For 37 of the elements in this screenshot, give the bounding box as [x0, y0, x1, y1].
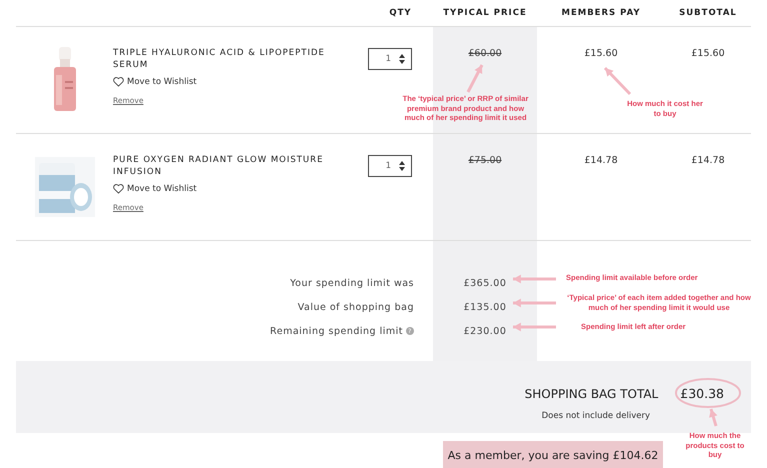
typical-price: £75.00 [468, 155, 502, 166]
arrow [604, 66, 632, 96]
summary-label: Your spending limit was [290, 278, 414, 288]
wishlist-button[interactable]: Move to Wishlist [113, 77, 197, 87]
heart-icon [113, 184, 124, 194]
column-header: SUBTOTAL [678, 8, 738, 18]
summary-value: £135.00 [464, 302, 506, 312]
total-value: £30.38 [680, 386, 724, 401]
arrow [513, 274, 556, 284]
product-name[interactable]: PURE OXYGEN RADIANT GLOW MOISTURE INFUSION [113, 154, 333, 178]
summary-label: Value of shopping bag [298, 302, 414, 312]
summary-value: £365.00 [464, 278, 506, 288]
summary-value: £230.00 [464, 326, 506, 336]
stepper-icon [399, 161, 405, 171]
arrow [513, 322, 556, 332]
quantity-field[interactable]: 1 [368, 48, 412, 70]
wishlist-button[interactable]: Move to Wishlist [113, 184, 197, 194]
delivery-note: Does not include delivery [542, 411, 650, 421]
column-header: TYPICAL PRICE [442, 8, 528, 18]
arrow [466, 64, 484, 93]
highlight-ellipse [675, 378, 741, 408]
arrow [709, 408, 718, 426]
summary-label: Remaining spending limit [270, 326, 403, 336]
total-label: SHOPPING BAG TOTAL [524, 386, 658, 400]
column-header: QTY [388, 8, 413, 18]
heart-icon [113, 77, 124, 87]
subtotal: £15.60 [691, 48, 725, 59]
subtotal: £14.78 [691, 155, 725, 166]
typical-price: £60.00 [468, 48, 502, 59]
saving-banner: As a member, you are saving £104.62 [443, 441, 663, 468]
product-name[interactable]: TRIPLE HYALURONIC ACID & LIPOPEPTIDE SERUM [113, 47, 333, 71]
members-price: £15.60 [584, 48, 618, 59]
stepper-icon [399, 54, 405, 64]
members-price: £14.78 [584, 155, 618, 166]
column-header: MEMBERS PAY [560, 8, 642, 18]
arrow [513, 298, 556, 308]
quantity-field[interactable]: 1 [368, 155, 412, 177]
